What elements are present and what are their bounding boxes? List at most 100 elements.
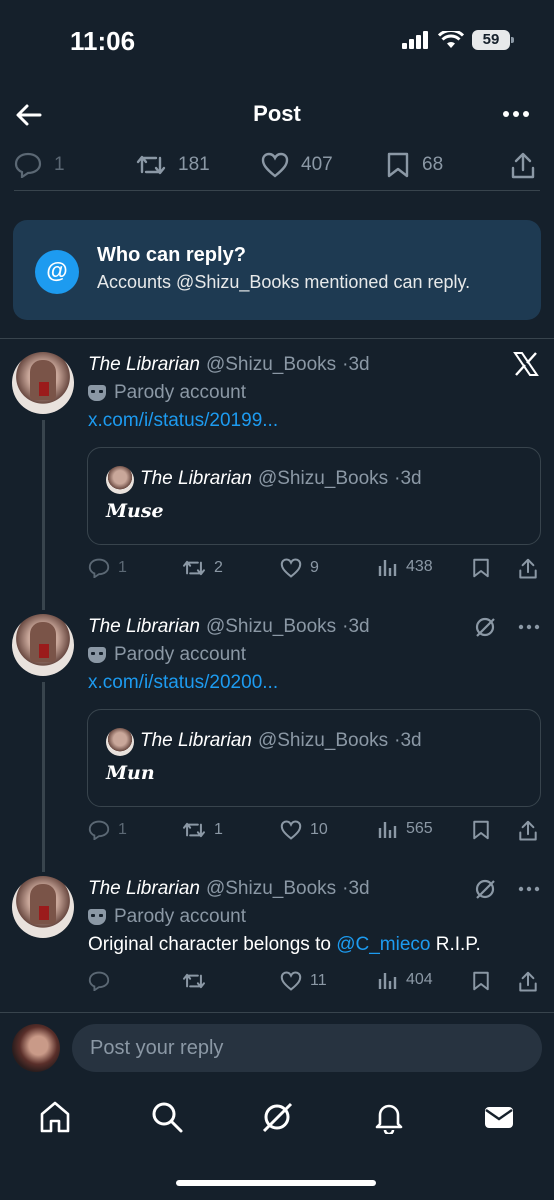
like-count: 11 bbox=[310, 972, 327, 989]
parody-label: Parody account bbox=[88, 644, 246, 666]
like-action[interactable]: 9 bbox=[280, 558, 319, 578]
status-link[interactable]: x.com/i/status/20200... bbox=[88, 672, 278, 694]
share-action[interactable] bbox=[518, 558, 538, 580]
grok-icon[interactable] bbox=[474, 616, 496, 638]
notifications-bell-icon[interactable] bbox=[372, 1100, 406, 1134]
avatar[interactable] bbox=[12, 614, 74, 676]
parody-text: Parody account bbox=[114, 906, 247, 927]
views-icon bbox=[378, 822, 397, 838]
repost-count: 1 bbox=[214, 821, 223, 838]
author-handle[interactable]: @Shizu_Books bbox=[206, 354, 336, 376]
more-options-icon[interactable] bbox=[500, 102, 532, 126]
bookmark-icon bbox=[473, 820, 489, 840]
x-logo-icon[interactable] bbox=[512, 350, 540, 378]
repost-count: 181 bbox=[178, 154, 210, 175]
quote-text: Muse bbox=[106, 500, 164, 522]
grok-icon[interactable] bbox=[260, 1100, 294, 1134]
share-action[interactable] bbox=[518, 820, 538, 842]
home-indicator[interactable] bbox=[176, 1180, 376, 1186]
home-icon[interactable] bbox=[38, 1100, 72, 1134]
repost-icon bbox=[183, 822, 205, 838]
views-action[interactable]: 565 bbox=[378, 820, 433, 838]
parody-mask-icon bbox=[88, 647, 106, 663]
share-action[interactable] bbox=[518, 971, 538, 993]
author-name[interactable]: The Librarian bbox=[88, 354, 200, 376]
share-icon bbox=[519, 558, 537, 579]
share-icon bbox=[519, 971, 537, 992]
repost-action[interactable]: 1 bbox=[182, 820, 223, 840]
reply-icon bbox=[88, 558, 110, 578]
like-count: 10 bbox=[310, 821, 328, 838]
author-name[interactable]: The Librarian bbox=[88, 878, 200, 900]
tweet-header: The Librarian @Shizu_Books ·3d bbox=[88, 354, 370, 376]
repost-action[interactable] bbox=[182, 971, 214, 991]
heart-icon bbox=[280, 971, 302, 991]
like-count: 9 bbox=[310, 559, 319, 576]
heart-icon bbox=[280, 820, 302, 840]
parody-label: Parody account bbox=[88, 382, 246, 404]
author-name[interactable]: The Librarian bbox=[88, 616, 200, 638]
more-options-icon[interactable] bbox=[518, 886, 540, 892]
reply-count: 1 bbox=[118, 821, 127, 838]
quote-author-handle: @Shizu_Books bbox=[257, 468, 389, 489]
reply-action[interactable]: 1 bbox=[88, 820, 127, 840]
views-icon bbox=[378, 973, 397, 989]
tweet-top-actions bbox=[474, 616, 540, 638]
repost-action[interactable]: 181 bbox=[136, 152, 210, 178]
bookmark-icon bbox=[473, 558, 489, 578]
tweet-text-post: R.I.P. bbox=[435, 934, 481, 955]
reply-action[interactable] bbox=[88, 971, 118, 991]
tweet-stats: 1 1 10 565 bbox=[88, 820, 542, 844]
repost-icon bbox=[136, 155, 166, 175]
like-count: 407 bbox=[301, 154, 333, 175]
share-action[interactable] bbox=[510, 152, 536, 180]
thread-connector bbox=[42, 682, 45, 872]
quote-author-name: The Librarian bbox=[140, 730, 252, 751]
like-action[interactable]: 407 bbox=[261, 152, 333, 178]
views-count: 438 bbox=[406, 558, 433, 575]
like-action[interactable]: 10 bbox=[280, 820, 328, 840]
avatar[interactable] bbox=[12, 352, 74, 414]
like-action[interactable]: 11 bbox=[280, 971, 327, 991]
status-link[interactable]: x.com/i/status/20199... bbox=[88, 410, 278, 432]
share-icon bbox=[511, 152, 535, 179]
tweet-time: ·3d bbox=[342, 878, 370, 899]
quoted-post[interactable]: The Librarian @Shizu_Books ·3d Mun bbox=[87, 709, 541, 807]
tweet-header: The Librarian @Shizu_Books ·3d bbox=[88, 878, 370, 900]
author-handle[interactable]: @Shizu_Books bbox=[206, 616, 336, 638]
reply-action[interactable]: 1 bbox=[88, 558, 127, 578]
parody-mask-icon bbox=[88, 909, 106, 925]
quote-header: The Librarian @Shizu_Books ·3d bbox=[140, 730, 422, 752]
tweet-stats: 11 404 bbox=[88, 971, 542, 995]
author-handle[interactable]: @Shizu_Books bbox=[206, 878, 336, 900]
heart-icon bbox=[280, 558, 302, 578]
tweet-top-actions bbox=[474, 878, 540, 900]
views-action[interactable]: 404 bbox=[378, 971, 433, 989]
status-time: 11:06 bbox=[70, 26, 136, 56]
quote-text: Mun bbox=[106, 762, 155, 784]
grok-icon[interactable] bbox=[474, 878, 496, 900]
quoted-post[interactable]: The Librarian @Shizu_Books ·3d Muse bbox=[87, 447, 541, 545]
mention-link[interactable]: @C_mieco bbox=[336, 934, 430, 955]
bookmark-action[interactable]: 68 bbox=[386, 152, 443, 178]
repost-icon bbox=[183, 973, 205, 989]
bookmark-action[interactable] bbox=[472, 558, 490, 578]
reply-action[interactable]: 1 bbox=[14, 152, 65, 178]
reply-input[interactable]: Post your reply bbox=[72, 1024, 542, 1072]
wifi-icon bbox=[438, 31, 464, 48]
at-sign-icon: @ bbox=[35, 250, 79, 294]
tweet-header: The Librarian @Shizu_Books ·3d bbox=[88, 616, 370, 638]
avatar[interactable] bbox=[12, 876, 74, 938]
views-action[interactable]: 438 bbox=[378, 558, 433, 576]
repost-action[interactable]: 2 bbox=[182, 558, 223, 578]
messages-envelope-icon[interactable] bbox=[482, 1100, 516, 1134]
search-icon[interactable] bbox=[150, 1100, 184, 1134]
my-avatar[interactable] bbox=[12, 1024, 60, 1072]
more-options-icon[interactable] bbox=[518, 624, 540, 630]
bookmark-action[interactable] bbox=[472, 820, 490, 840]
bookmark-action[interactable] bbox=[472, 971, 490, 991]
parody-text: Parody account bbox=[114, 644, 247, 665]
reply-icon bbox=[14, 152, 42, 178]
divider bbox=[0, 338, 554, 339]
views-count: 565 bbox=[406, 820, 433, 837]
